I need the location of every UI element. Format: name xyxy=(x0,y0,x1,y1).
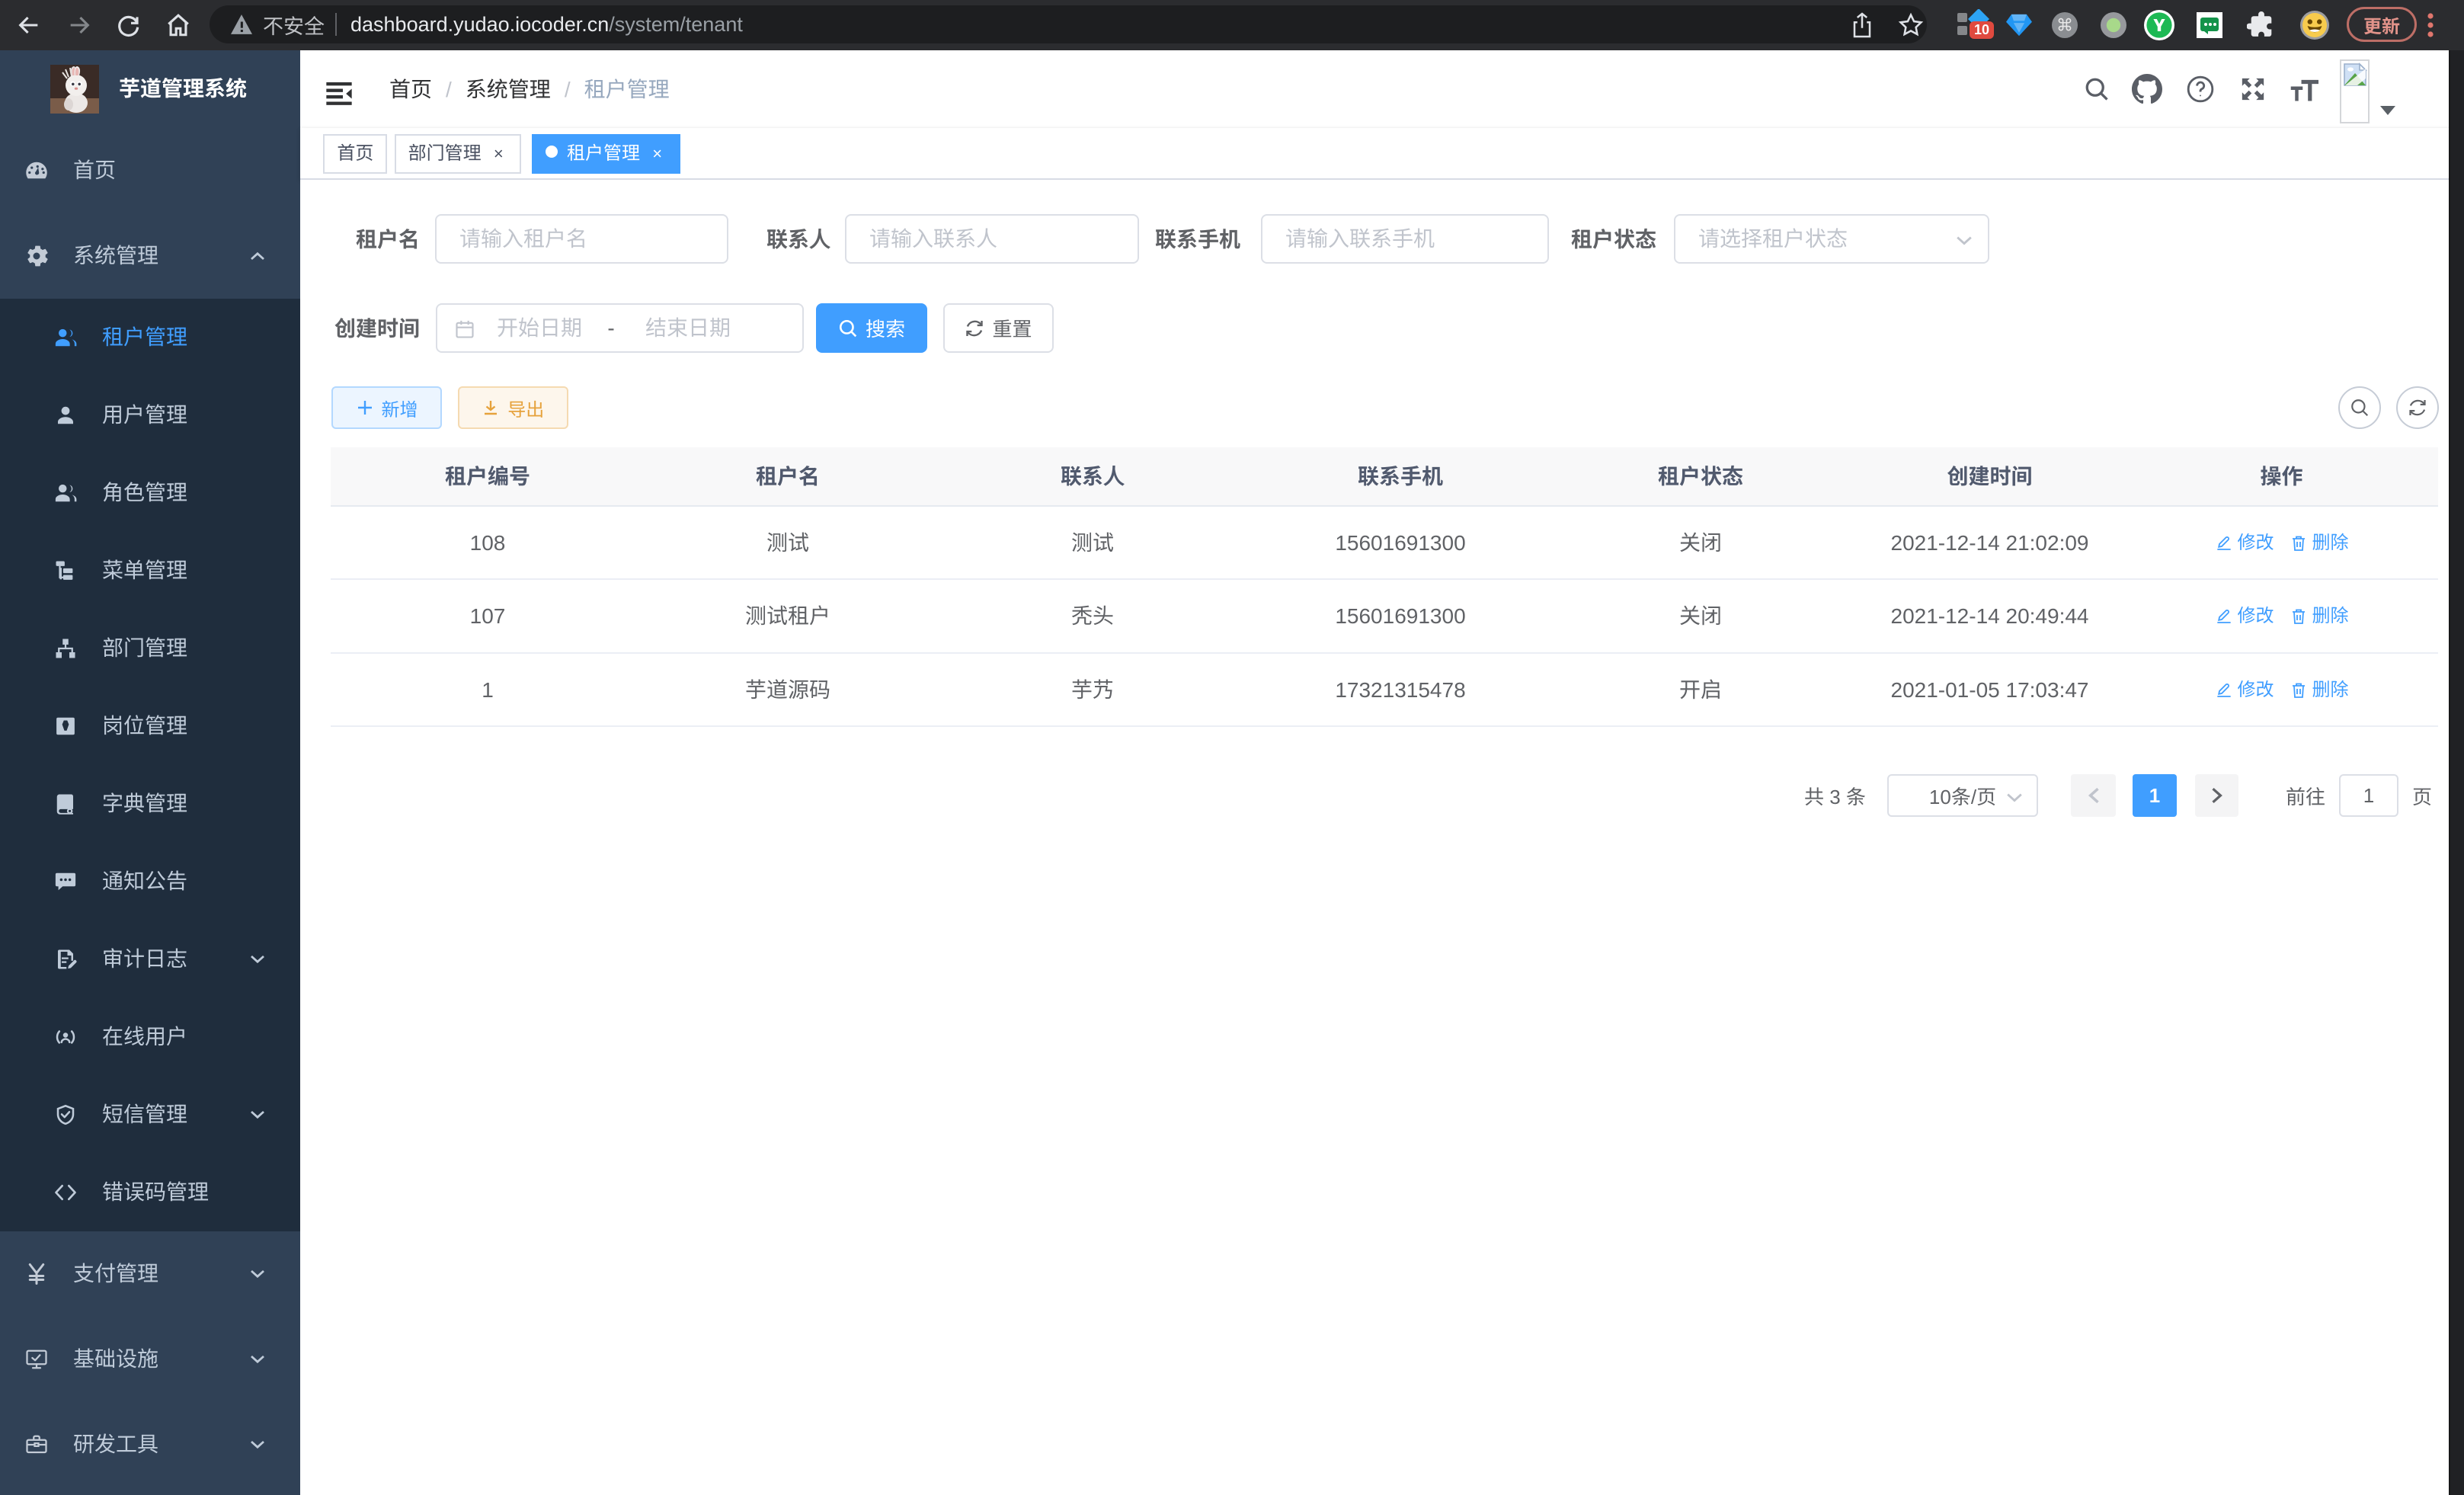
svg-text:⌘: ⌘ xyxy=(2056,16,2073,35)
